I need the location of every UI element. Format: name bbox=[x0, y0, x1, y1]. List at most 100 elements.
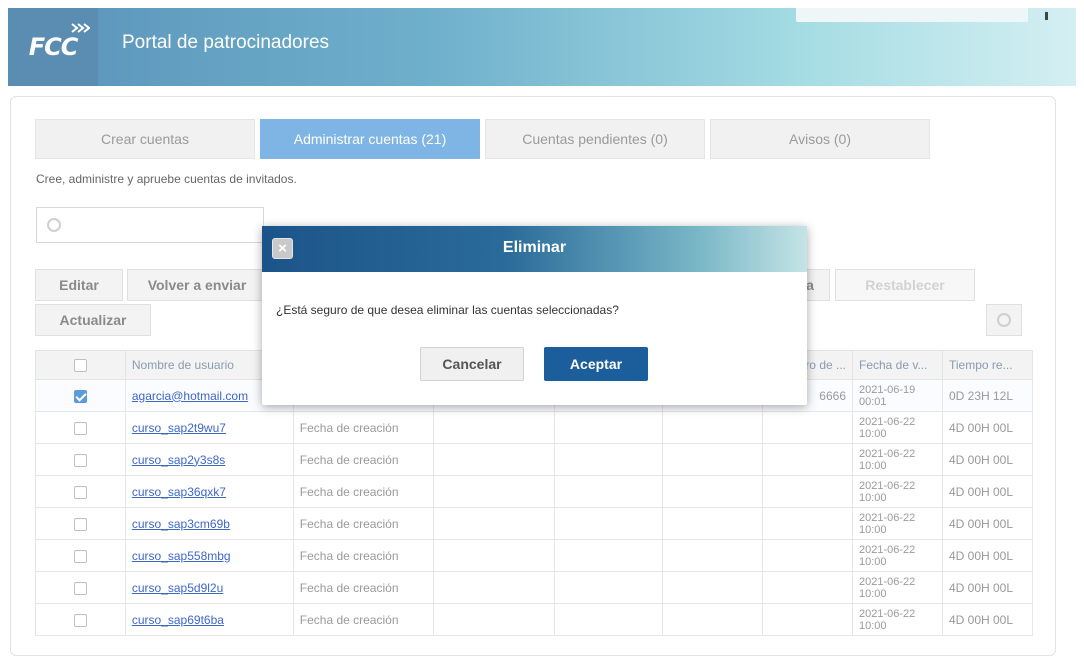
time-left-cell: 0D 23H 12L bbox=[941, 379, 1034, 412]
expiry-date: 2021-06-22 bbox=[859, 479, 916, 492]
row-checkbox[interactable] bbox=[73, 517, 87, 531]
accept-button[interactable]: Aceptar bbox=[544, 347, 648, 381]
username-cell[interactable]: curso_sap558mbg bbox=[124, 539, 294, 572]
refresh-button[interactable] bbox=[986, 304, 1022, 336]
username-link[interactable]: curso_sap2y3s8s bbox=[132, 453, 225, 467]
logo-text: FCC bbox=[28, 33, 79, 61]
row-checkbox[interactable] bbox=[73, 581, 87, 595]
username-link[interactable]: agarcia@hotmail.com bbox=[132, 389, 248, 403]
time-left-cell: 4D 00H 00L bbox=[941, 475, 1034, 508]
expiry-time: 10:00 bbox=[859, 523, 887, 536]
row-checkbox[interactable] bbox=[73, 485, 87, 499]
empty-cell bbox=[432, 507, 556, 540]
row-select-cell[interactable] bbox=[35, 507, 126, 540]
empty-cell bbox=[432, 475, 556, 508]
edit-button[interactable]: Editar bbox=[35, 269, 123, 301]
phone-cell bbox=[762, 475, 853, 508]
resend-button[interactable]: Volver a enviar bbox=[127, 269, 267, 301]
search-icon bbox=[47, 218, 61, 232]
empty-cell bbox=[432, 539, 556, 572]
refresh-icon bbox=[997, 313, 1011, 327]
empty-cell bbox=[662, 539, 764, 572]
username-cell[interactable]: curso_sap3cm69b bbox=[124, 507, 294, 540]
row-select-cell[interactable] bbox=[35, 379, 126, 412]
empty-cell bbox=[554, 539, 664, 572]
expiry-time: 10:00 bbox=[859, 587, 887, 600]
phone-cell bbox=[762, 507, 853, 540]
table-row[interactable]: curso_sap69t6ba Fecha de creación 2021-06-… bbox=[35, 603, 1034, 636]
select-all-checkbox[interactable] bbox=[73, 359, 87, 373]
empty-cell bbox=[432, 571, 556, 604]
created-cell: Fecha de creación bbox=[292, 411, 434, 444]
username-cell[interactable]: curso_sap36qxk7 bbox=[124, 475, 294, 508]
column-header-time-left[interactable]: Tiempo re... bbox=[941, 350, 1034, 380]
column-header-expiry[interactable]: Fecha de v... bbox=[852, 350, 943, 380]
table-row[interactable]: curso_sap558mbg Fecha de creación 2021-06-… bbox=[35, 539, 1034, 572]
dialog-header: × Eliminar bbox=[262, 226, 807, 272]
username-link[interactable]: curso_sap5d9l2u bbox=[132, 581, 223, 595]
header-menu-icon[interactable] bbox=[1045, 12, 1048, 20]
username-link[interactable]: curso_sap2t9wu7 bbox=[132, 421, 226, 435]
dialog-message: ¿Está seguro de que desea eliminar las c… bbox=[276, 303, 619, 317]
page-description: Cree, administre y apruebe cuentas de in… bbox=[36, 172, 297, 186]
expiry-cell: 2021-06-22 10:00 bbox=[852, 571, 943, 604]
expiry-cell: 2021-06-19 00:01 bbox=[852, 379, 943, 412]
empty-cell bbox=[554, 507, 664, 540]
row-select-cell[interactable] bbox=[35, 411, 126, 444]
username-cell[interactable]: curso_sap5d9l2u bbox=[124, 571, 294, 604]
table-row[interactable]: curso_sap2y3s8s Fecha de creación 2021-06-… bbox=[35, 443, 1034, 476]
username-link[interactable]: curso_sap3cm69b bbox=[132, 517, 230, 531]
empty-cell bbox=[432, 603, 556, 636]
phone-cell bbox=[762, 443, 853, 476]
update-button[interactable]: Actualizar bbox=[35, 304, 151, 336]
expiry-date: 2021-06-22 bbox=[859, 543, 916, 556]
expiry-time: 10:00 bbox=[859, 491, 887, 504]
username-link[interactable]: curso_sap69t6ba bbox=[132, 613, 224, 627]
phone-cell bbox=[762, 539, 853, 572]
cancel-button[interactable]: Cancelar bbox=[420, 347, 524, 381]
expiry-date: 2021-06-19 bbox=[859, 383, 916, 396]
username-cell[interactable]: curso_sap2t9wu7 bbox=[124, 411, 294, 444]
row-checkbox[interactable] bbox=[73, 421, 87, 435]
row-checkbox[interactable] bbox=[73, 549, 87, 563]
row-select-cell[interactable] bbox=[35, 475, 126, 508]
reset-button[interactable]: Restablecer bbox=[835, 269, 975, 301]
empty-cell bbox=[662, 475, 764, 508]
time-left-cell: 4D 00H 00L bbox=[941, 443, 1034, 476]
select-all-cell[interactable] bbox=[35, 350, 126, 380]
tab-crear-cuentas[interactable]: Crear cuentas bbox=[35, 119, 255, 159]
time-left-cell: 4D 00H 00L bbox=[941, 507, 1034, 540]
header-user-field[interactable] bbox=[796, 8, 1028, 22]
page-title: Portal de patrocinadores bbox=[122, 32, 330, 53]
time-left-cell: 4D 00H 00L bbox=[941, 411, 1034, 444]
expiry-time: 10:00 bbox=[859, 459, 887, 472]
table-row[interactable]: curso_sap5d9l2u Fecha de creación 2021-06-… bbox=[35, 571, 1034, 604]
row-select-cell[interactable] bbox=[35, 603, 126, 636]
username-link[interactable]: curso_sap558mbg bbox=[132, 549, 231, 563]
phone-cell bbox=[762, 411, 853, 444]
expiry-cell: 2021-06-22 10:00 bbox=[852, 411, 943, 444]
table-row[interactable]: curso_sap2t9wu7 Fecha de creación 2021-06-… bbox=[35, 411, 1034, 444]
username-cell[interactable]: curso_sap69t6ba bbox=[124, 603, 294, 636]
empty-cell bbox=[432, 443, 556, 476]
created-cell: Fecha de creación bbox=[292, 507, 434, 540]
tab-avisos[interactable]: Avisos (0) bbox=[710, 119, 930, 159]
row-checkbox[interactable] bbox=[73, 453, 87, 467]
empty-cell bbox=[554, 411, 664, 444]
table-row[interactable]: curso_sap36qxk7 Fecha de creación 2021-06-… bbox=[35, 475, 1034, 508]
search-input[interactable] bbox=[36, 207, 264, 243]
tab-administrar-cuentas[interactable]: Administrar cuentas (21) bbox=[260, 119, 480, 159]
expiry-date: 2021-06-22 bbox=[859, 511, 916, 524]
row-select-cell[interactable] bbox=[35, 571, 126, 604]
expiry-time: 10:00 bbox=[859, 619, 887, 632]
username-cell[interactable]: curso_sap2y3s8s bbox=[124, 443, 294, 476]
row-select-cell[interactable] bbox=[35, 539, 126, 572]
table-row[interactable]: curso_sap3cm69b Fecha de creación 2021-06-… bbox=[35, 507, 1034, 540]
expiry-cell: 2021-06-22 10:00 bbox=[852, 507, 943, 540]
tab-cuentas-pendientes[interactable]: Cuentas pendientes (0) bbox=[485, 119, 705, 159]
expiry-date: 2021-06-22 bbox=[859, 415, 916, 428]
username-link[interactable]: curso_sap36qxk7 bbox=[132, 485, 226, 499]
row-checkbox[interactable] bbox=[73, 613, 87, 627]
row-checkbox[interactable] bbox=[73, 389, 87, 403]
row-select-cell[interactable] bbox=[35, 443, 126, 476]
